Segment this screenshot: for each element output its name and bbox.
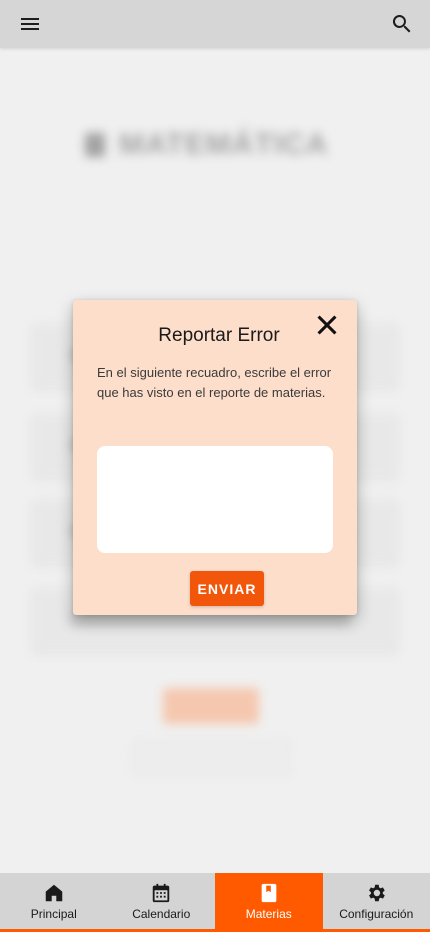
bottom-navigation: Principal Calendario Materias Configurac…: [0, 873, 430, 929]
background-title-text: MATEMÁTICA: [119, 128, 329, 161]
book-icon: [261, 883, 277, 902]
background-meta-line: [44, 224, 48, 236]
book-icon: [85, 133, 105, 157]
hamburger-menu-icon[interactable]: [18, 12, 42, 36]
nav-item-principal[interactable]: Principal: [0, 873, 108, 929]
close-icon[interactable]: [315, 313, 339, 337]
background-title: MATEMÁTICA: [85, 128, 328, 162]
background-meta-line: [44, 242, 48, 260]
nav-item-materias[interactable]: Materias: [215, 873, 323, 929]
top-app-bar: [0, 0, 430, 48]
nav-item-label: Materias: [245, 906, 292, 921]
background-orange-button: [163, 688, 259, 724]
app-screen: MATEMÁTICA Reportar Error En el siguient…: [0, 0, 430, 932]
background-meta: [44, 224, 48, 280]
home-icon: [45, 884, 62, 901]
nav-item-label: Calendario: [132, 906, 191, 921]
report-error-dialog: Reportar Error En el siguiente recuadro,…: [73, 300, 357, 615]
nav-item-calendario[interactable]: Calendario: [108, 873, 216, 929]
background-meta-line: [44, 266, 48, 280]
background-outline-button: [132, 740, 290, 776]
nav-item-label: Configuración: [339, 906, 414, 921]
nav-item-label: Principal: [30, 906, 77, 921]
dialog-description: En el siguiente recuadro, escribe el err…: [97, 365, 332, 400]
search-icon[interactable]: [390, 12, 414, 36]
gear-icon: [369, 884, 386, 901]
nav-item-configuracion[interactable]: Configuración: [323, 873, 430, 929]
calendar-icon: [153, 883, 170, 902]
send-button[interactable]: ENVIAR: [190, 571, 264, 606]
error-report-textarea[interactable]: [97, 446, 333, 553]
